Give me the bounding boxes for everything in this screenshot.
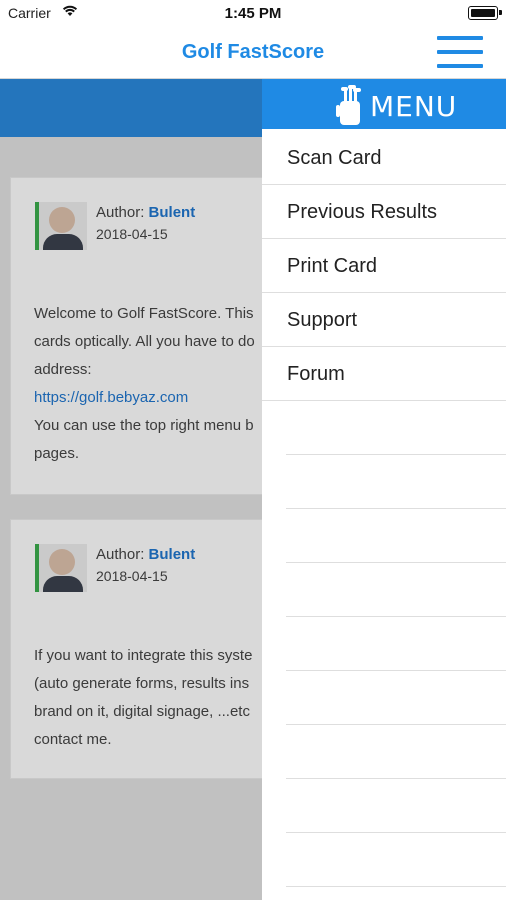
menu-item-forum[interactable]: Forum [262, 347, 506, 401]
battery-icon [468, 6, 498, 20]
menu-item-previous-results[interactable]: Previous Results [262, 185, 506, 239]
menu-item-print-card[interactable]: Print Card [262, 239, 506, 293]
menu-item-support[interactable]: Support [262, 293, 506, 347]
dim-overlay[interactable] [0, 79, 262, 900]
app-title: Golf FastScore [181, 41, 325, 63]
menu-title: MENU [370, 90, 458, 123]
menu-item-label: Scan Card [287, 147, 382, 169]
menu-empty-row [286, 617, 506, 671]
menu-empty-row [286, 833, 506, 887]
menu-item-label: Support [287, 309, 358, 331]
hamburger-menu-icon[interactable] [437, 36, 483, 68]
menu-empty-row [286, 509, 506, 563]
clock: 1:45 PM [224, 5, 282, 22]
menu-header: MENU [262, 79, 506, 129]
menu-item-label: Forum [287, 363, 345, 385]
battery-tip [499, 10, 502, 15]
status-bar: Carrier 1:45 PM [0, 0, 506, 26]
menu-item-scan-card[interactable]: Scan Card [262, 131, 506, 185]
menu-empty-row [286, 401, 506, 455]
menu-empty-row [286, 563, 506, 617]
navigation-bar: Golf FastScore [0, 26, 506, 79]
menu-empty-row [286, 455, 506, 509]
side-menu: MENU Scan Card Previous Results Print Ca… [262, 79, 506, 900]
menu-item-label: Previous Results [287, 201, 438, 223]
menu-empty-row [286, 671, 506, 725]
menu-item-label: Print Card [287, 255, 378, 277]
menu-empty-row [286, 779, 506, 833]
menu-empty-row [286, 725, 506, 779]
golf-bag-icon [336, 85, 361, 125]
